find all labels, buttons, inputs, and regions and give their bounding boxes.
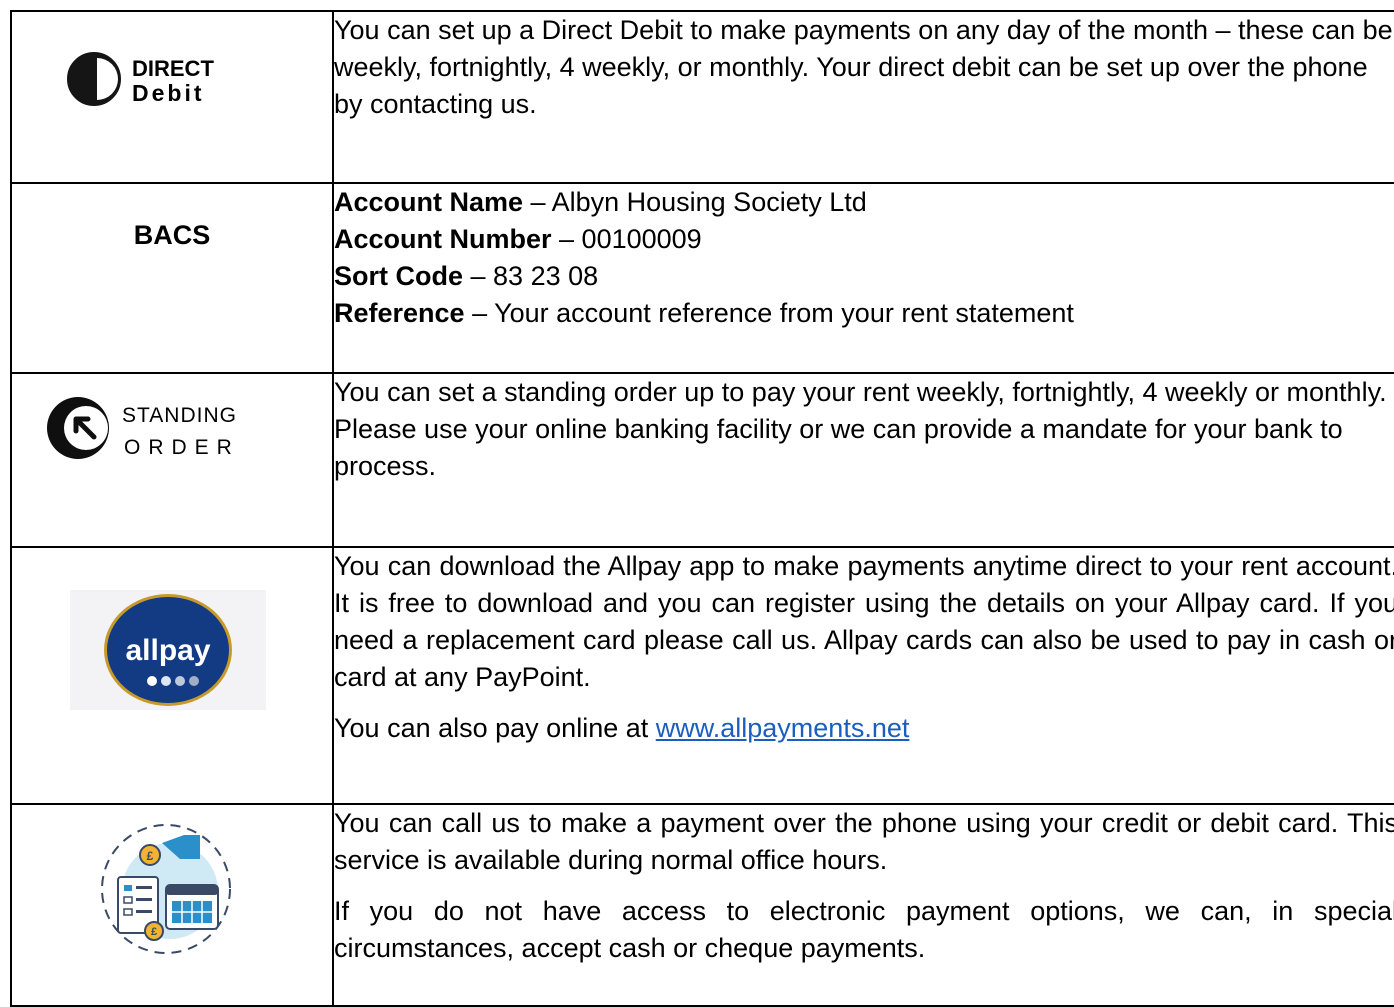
direct-debit-row: DIRECT Debit You can set up a Direct Deb… bbox=[10, 10, 1394, 184]
allpay-logo-text: allpay bbox=[125, 634, 210, 667]
card-payment-text-cell: You can call us to make a payment over t… bbox=[332, 803, 1394, 1007]
svg-text:£: £ bbox=[147, 849, 154, 863]
standing-order-logo-line2: ORDER bbox=[124, 436, 240, 459]
bacs-label-cell: BACS bbox=[10, 182, 334, 374]
standing-order-row: STANDING ORDER You can set a standing or… bbox=[10, 372, 1394, 548]
allpay-description: You can download the Allpay app to make … bbox=[334, 551, 1394, 692]
bacs-row: BACS Account Name – Albyn Housing Societ… bbox=[10, 182, 1394, 374]
cash-cheque-description: If you do not have access to electronic … bbox=[334, 896, 1394, 963]
sort-code-key: Sort Code bbox=[334, 261, 464, 291]
reference-key: Reference bbox=[334, 298, 465, 328]
account-name-key: Account Name bbox=[334, 187, 524, 217]
allpay-row: allpay You can download the Allpay app t… bbox=[10, 546, 1394, 805]
standing-order-logo-cell: STANDING ORDER bbox=[10, 372, 334, 548]
bacs-label: BACS bbox=[133, 220, 211, 250]
card-payment-logo-cell: £ £ bbox=[10, 803, 334, 1007]
sort-code-line: Sort Code – 83 23 08 bbox=[334, 258, 1394, 295]
direct-debit-icon: DIRECT Debit bbox=[67, 52, 214, 106]
payment-options-table: DIRECT Debit You can set up a Direct Deb… bbox=[10, 10, 1394, 1007]
allpayments-link[interactable]: www.allpayments.net bbox=[656, 713, 910, 743]
bacs-details-cell: Account Name – Albyn Housing Society Ltd… bbox=[332, 182, 1394, 374]
standing-order-description: You can set a standing order up to pay y… bbox=[334, 377, 1387, 481]
allpay-icon: allpay bbox=[70, 590, 266, 710]
allpay-logo-cell: allpay bbox=[10, 546, 334, 805]
direct-debit-description: You can set up a Direct Debit to make pa… bbox=[334, 15, 1393, 119]
card-payment-icon: £ £ bbox=[101, 824, 231, 954]
direct-debit-text-cell: You can set up a Direct Debit to make pa… bbox=[332, 10, 1394, 184]
card-payment-row: £ £ You can call us to make a payment ov… bbox=[10, 803, 1394, 1007]
account-number-value: – 00100009 bbox=[551, 224, 702, 254]
account-name-line: Account Name – Albyn Housing Society Ltd bbox=[334, 184, 1394, 221]
sort-code-value: – 83 23 08 bbox=[463, 261, 599, 291]
card-payment-description: You can call us to make a payment over t… bbox=[334, 808, 1394, 875]
allpay-text-cell: You can download the Allpay app to make … bbox=[332, 546, 1394, 805]
account-number-line: Account Number – 00100009 bbox=[334, 221, 1394, 258]
standing-order-icon: STANDING ORDER bbox=[47, 397, 240, 459]
account-number-key: Account Number bbox=[334, 224, 552, 254]
account-name-value: – Albyn Housing Society Ltd bbox=[523, 187, 867, 217]
direct-debit-logo-line1: DIRECT bbox=[132, 56, 214, 81]
svg-text:£: £ bbox=[151, 926, 157, 938]
direct-debit-logo-line2: Debit bbox=[132, 80, 205, 106]
allpay-logo: allpay bbox=[70, 590, 266, 715]
reference-line: Reference – Your account reference from … bbox=[334, 295, 1394, 332]
card-payment-logo: £ £ bbox=[96, 819, 236, 964]
direct-debit-logo: DIRECT Debit bbox=[64, 48, 254, 115]
standing-order-text-cell: You can set a standing order up to pay y… bbox=[332, 372, 1394, 548]
standing-order-logo-line1: STANDING bbox=[122, 404, 237, 427]
standing-order-logo: STANDING ORDER bbox=[44, 392, 274, 467]
direct-debit-logo-cell: DIRECT Debit bbox=[10, 10, 334, 184]
allpay-online-prefix: You can also pay online at bbox=[334, 713, 656, 743]
reference-value: – Your account reference from your rent … bbox=[464, 298, 1074, 328]
allpay-online-line: You can also pay online at www.allpaymen… bbox=[334, 710, 1394, 747]
